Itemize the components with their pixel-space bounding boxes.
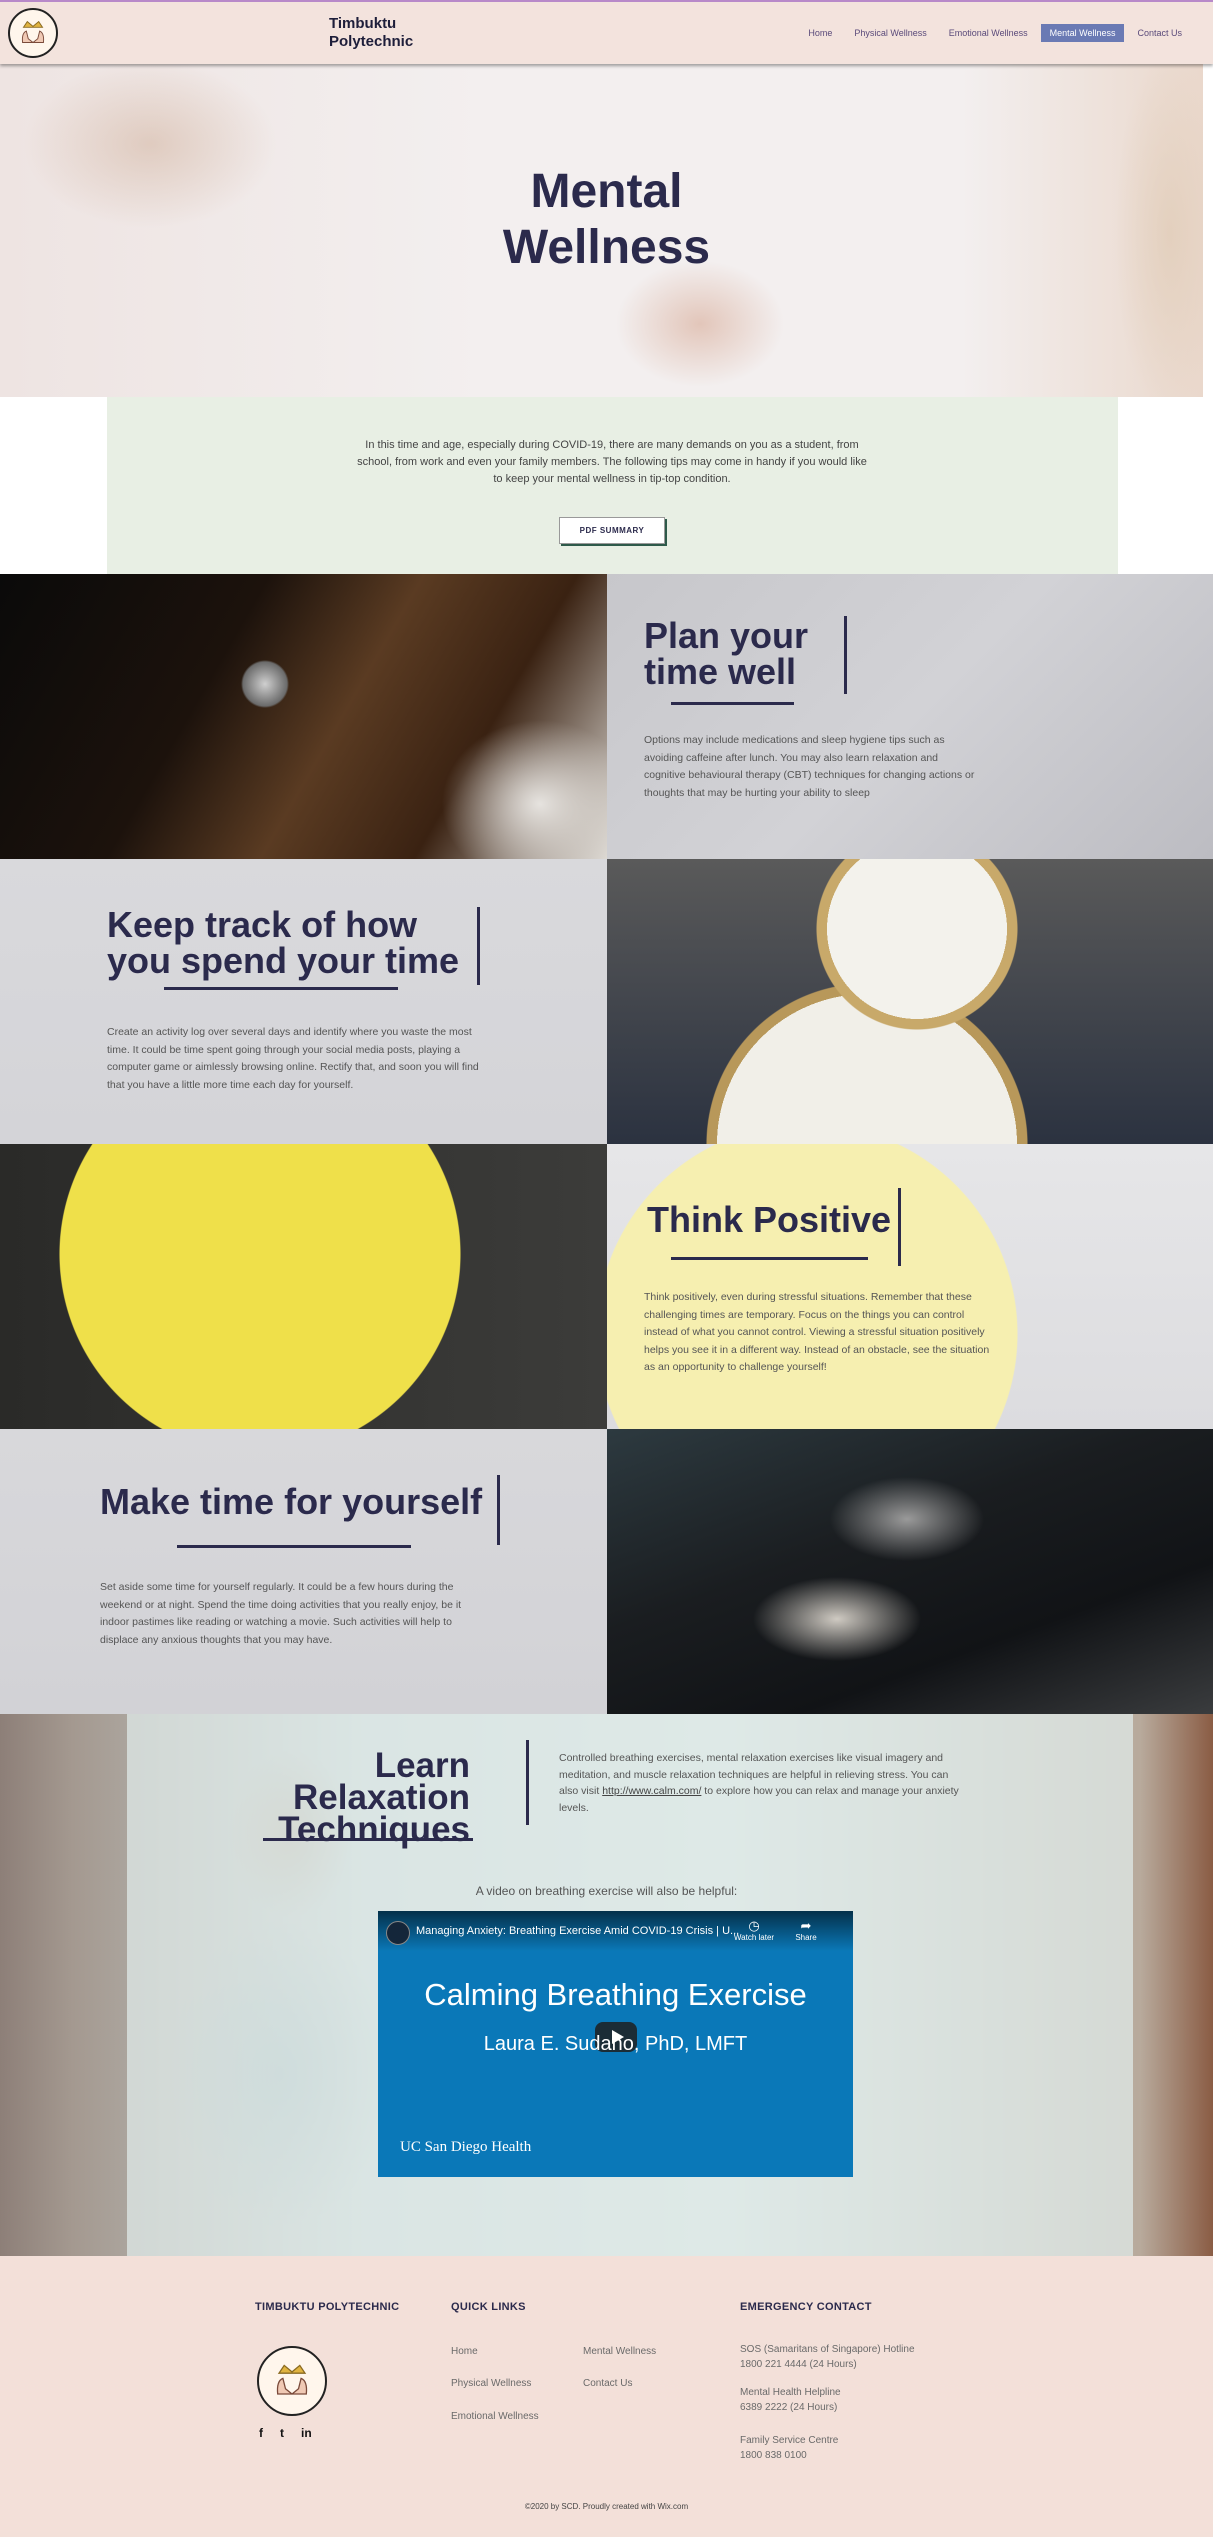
calm-link[interactable]: http://www.calm.com/ <box>602 1785 701 1797</box>
title-line-2: Wellness <box>502 221 711 274</box>
contact-name: SOS (Samaritans of Singapore) Hotline <box>740 2344 915 2355</box>
nav-contact-us[interactable]: Contact Us <box>1128 24 1191 42</box>
hero-banner: Mental Wellness <box>0 64 1203 397</box>
desk-books-image <box>607 1429 1213 1714</box>
site-header: Timbuktu Polytechnic Home Physical Welln… <box>0 0 1213 64</box>
title-line-1: Learn Relaxation <box>293 1746 470 1817</box>
video-caption: A video on breathing exercise will also … <box>475 1884 738 1898</box>
section-text: Create an activity log over several days… <box>107 1026 479 1091</box>
footer-link-home[interactable]: Home <box>451 2346 478 2357</box>
footer-org-name: TIMBUKTU POLYTECHNIC <box>255 2301 400 2313</box>
section-text: Think positively, even during stressful … <box>644 1291 990 1373</box>
title-divider-vertical <box>477 907 480 985</box>
video-main-title: Calming Breathing Exercise <box>424 1977 807 2012</box>
title-divider-vertical <box>898 1188 901 1266</box>
logo[interactable] <box>8 8 58 58</box>
section-title: Plan your time well <box>644 618 808 690</box>
contact-mental-health: Mental Health Helpline 6389 2222 (24 Hou… <box>740 2385 841 2415</box>
video-subtitle: Laura E. Sudano, PhD, LMFT <box>483 2033 748 2055</box>
site-footer: TIMBUKTU POLYTECHNIC f t in QUICK LINKS … <box>0 2256 1213 2537</box>
section-text: Set aside some time for yourself regular… <box>100 1581 462 1646</box>
watch-image <box>0 574 607 859</box>
section-content: Make time for yourself Set aside some ti… <box>0 1429 607 1714</box>
intro-text: In this time and age, especially during … <box>357 439 867 485</box>
title-divider-vertical <box>526 1740 529 1825</box>
section-keep-track: Keep track of how you spend your time Cr… <box>0 859 1213 1144</box>
footer-link-physical-wellness[interactable]: Physical Wellness <box>451 2378 531 2389</box>
page-title: Mental Wellness <box>0 164 1203 276</box>
video-brand: UC San Diego Health <box>400 2139 532 2155</box>
title-divider-horizontal <box>671 702 794 705</box>
pocket-watch-image <box>607 859 1213 1144</box>
share-button[interactable]: ➦ Share <box>780 1918 832 1943</box>
title-line-1: Keep track of how <box>107 904 418 945</box>
brand-name[interactable]: Timbuktu Polytechnic <box>329 15 449 51</box>
section-content: Think Positive Think positively, even du… <box>607 1144 1213 1429</box>
pdf-summary-button[interactable]: PDF SUMMARY <box>559 517 665 544</box>
footer-link-emotional-wellness[interactable]: Emotional Wellness <box>451 2411 539 2422</box>
brand-line-2: Polytechnic <box>329 33 414 50</box>
facebook-icon[interactable]: f <box>259 2426 263 2440</box>
title-divider-horizontal <box>177 1545 411 1548</box>
title-line-2: you spend your time <box>107 940 460 981</box>
nav-mental-wellness[interactable]: Mental Wellness <box>1040 24 1125 42</box>
copyright: ©2020 by SCD. Proudly created with Wix.c… <box>524 2502 689 2511</box>
watch-later-button[interactable]: ◷ Watch later <box>728 1918 780 1943</box>
share-icon: ➦ <box>800 1918 812 1933</box>
footer-link-contact-us[interactable]: Contact Us <box>583 2378 632 2389</box>
crown-hands-icon <box>21 20 45 44</box>
intro-section: In this time and age, especially during … <box>107 397 1118 574</box>
section-title: Keep track of how you spend your time <box>107 907 459 979</box>
contact-family-service: Family Service Centre 1800 838 0100 <box>740 2433 838 2463</box>
section-title: Make time for yourself <box>100 1481 483 1522</box>
title-divider-vertical <box>497 1475 500 1545</box>
section-think-positive: Think Positive Think positively, even du… <box>0 1144 1213 1429</box>
footer-link-mental-wellness[interactable]: Mental Wellness <box>583 2346 656 2357</box>
title-line-1: Plan your <box>644 615 809 656</box>
section-text: Options may include medications and slee… <box>644 734 975 799</box>
contact-name: Mental Health Helpline <box>740 2387 841 2398</box>
quick-links-title: QUICK LINKS <box>451 2301 526 2313</box>
section-plan-time: Plan your time well Options may include … <box>0 574 1213 859</box>
twitter-icon[interactable]: t <box>280 2426 284 2440</box>
title-divider-horizontal <box>164 987 398 990</box>
linkedin-icon[interactable]: in <box>301 2426 312 2440</box>
contact-number: 1800 838 0100 <box>740 2450 807 2461</box>
title-divider-horizontal <box>671 1257 868 1260</box>
section-title: Learn Relaxation Techniques <box>200 1746 470 1849</box>
section-content: Keep track of how you spend your time Cr… <box>0 859 607 1144</box>
nav-emotional-wellness[interactable]: Emotional Wellness <box>940 24 1037 42</box>
contact-sos: SOS (Samaritans of Singapore) Hotline 18… <box>740 2342 915 2372</box>
title-line-1: Mental <box>530 165 683 218</box>
share-label: Share <box>795 1933 817 1942</box>
video-player[interactable]: Managing Anxiety: Breathing Exercise Ami… <box>378 1911 853 2177</box>
yellow-ball-image <box>0 1144 607 1429</box>
emergency-title: EMERGENCY CONTACT <box>740 2301 872 2313</box>
contact-number: 6389 2222 (24 Hours) <box>740 2402 838 2413</box>
section-relaxation: Learn Relaxation Techniques Controlled b… <box>0 1714 1213 2256</box>
contact-name: Family Service Centre <box>740 2435 839 2446</box>
nav-home[interactable]: Home <box>799 24 841 42</box>
footer-logo[interactable] <box>257 2346 327 2416</box>
channel-avatar[interactable] <box>386 1921 410 1945</box>
relaxation-text: Controlled breathing exercises, mental r… <box>559 1750 959 1816</box>
watch-later-label: Watch later <box>733 1933 775 1942</box>
main-nav: Home Physical Wellness Emotional Wellnes… <box>799 24 1191 42</box>
crown-hands-icon <box>276 2364 308 2395</box>
clock-icon: ◷ <box>748 1918 760 1933</box>
title-line-2: time well <box>644 651 797 692</box>
section-content: Plan your time well Options may include … <box>607 574 1213 859</box>
nav-physical-wellness[interactable]: Physical Wellness <box>845 24 935 42</box>
title-line-2: Techniques <box>278 1810 470 1849</box>
section-make-time: Make time for yourself Set aside some ti… <box>0 1429 1213 1714</box>
brand-line-1: Timbuktu <box>329 15 397 32</box>
section-title: Think Positive <box>647 1199 892 1240</box>
video-title[interactable]: Managing Anxiety: Breathing Exercise Ami… <box>416 1925 746 1937</box>
contact-number: 1800 221 4444 (24 Hours) <box>740 2359 857 2370</box>
title-divider-horizontal <box>263 1838 473 1841</box>
title-divider-vertical <box>844 616 847 694</box>
